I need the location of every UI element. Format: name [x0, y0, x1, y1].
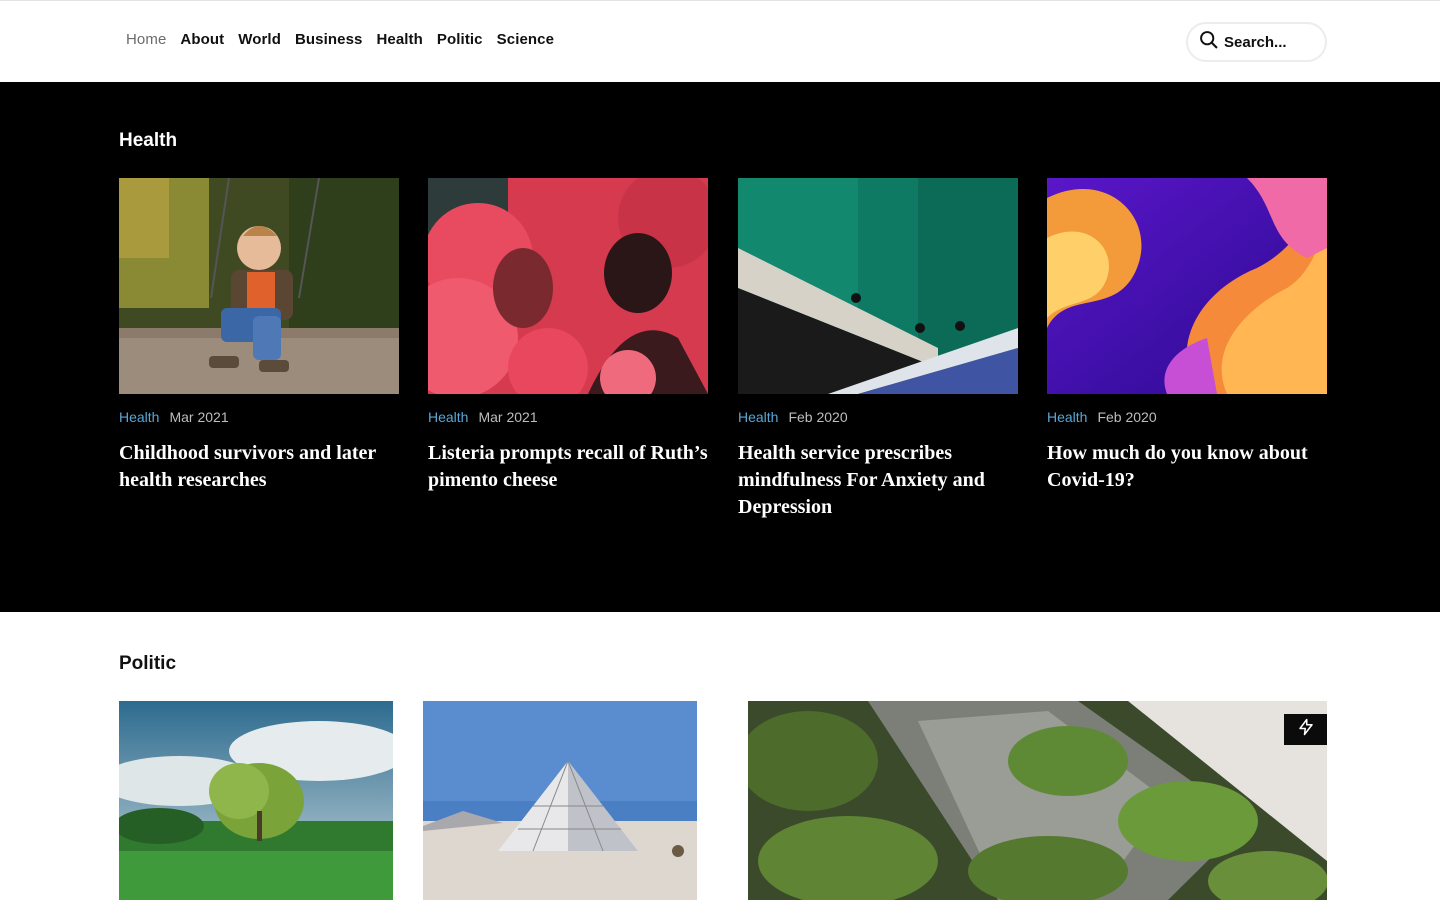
article-image[interactable]: [748, 701, 1327, 900]
section-title-health: Health: [119, 130, 178, 151]
article-image[interactable]: [119, 701, 393, 900]
article-category[interactable]: Health: [428, 409, 468, 425]
article-card[interactable]: Health Feb 2020 How much do you know abo…: [1047, 178, 1327, 494]
article-image[interactable]: [1047, 178, 1327, 394]
site-header: Home About World Business Health Politic…: [0, 0, 1440, 82]
search-box[interactable]: Search...: [1186, 22, 1327, 62]
search-icon: [1198, 29, 1219, 55]
nav-home[interactable]: Home: [126, 31, 166, 48]
article-category[interactable]: Health: [119, 409, 159, 425]
flash-badge[interactable]: [1284, 714, 1327, 745]
article-meta: Health Feb 2020: [738, 409, 1018, 425]
article-date: Mar 2021: [478, 409, 538, 425]
lightning-icon: [1297, 718, 1315, 741]
nav-politic[interactable]: Politic: [437, 31, 483, 48]
article-title[interactable]: How much do you know about Covid-19?: [1047, 440, 1327, 494]
article-meta: Health Feb 2020: [1047, 409, 1327, 425]
article-image[interactable]: [119, 178, 399, 394]
health-section: Health Health Mar 2021 Childhood survivo…: [0, 82, 1440, 612]
article-image[interactable]: [428, 178, 708, 394]
nav-about[interactable]: About: [180, 31, 224, 48]
article-category[interactable]: Health: [1047, 409, 1087, 425]
nav-science[interactable]: Science: [497, 31, 554, 48]
article-card[interactable]: Health Mar 2021 Listeria prompts recall …: [428, 178, 708, 494]
article-title[interactable]: Childhood survivors and later health res…: [119, 440, 399, 494]
article-date: Mar 2021: [169, 409, 229, 425]
article-meta: Health Mar 2021: [119, 409, 399, 425]
nav-health[interactable]: Health: [376, 31, 422, 48]
search-input[interactable]: Search...: [1224, 34, 1287, 51]
main-nav: Home About World Business Health Politic…: [126, 31, 568, 48]
article-image[interactable]: [423, 701, 697, 900]
article-meta: Health Mar 2021: [428, 409, 708, 425]
article-date: Feb 2020: [788, 409, 848, 425]
nav-world[interactable]: World: [238, 31, 281, 48]
article-category[interactable]: Health: [738, 409, 778, 425]
article-card[interactable]: Health Mar 2021 Childhood survivors and …: [119, 178, 399, 494]
nav-business[interactable]: Business: [295, 31, 363, 48]
article-card[interactable]: Health Feb 2020 Health service prescribe…: [738, 178, 1018, 521]
section-title-politic: Politic: [119, 653, 177, 674]
article-image[interactable]: [738, 178, 1018, 394]
article-date: Feb 2020: [1097, 409, 1157, 425]
article-title[interactable]: Listeria prompts recall of Ruth’s piment…: [428, 440, 708, 494]
article-title[interactable]: Health service prescribes mindfulness Fo…: [738, 440, 1018, 521]
